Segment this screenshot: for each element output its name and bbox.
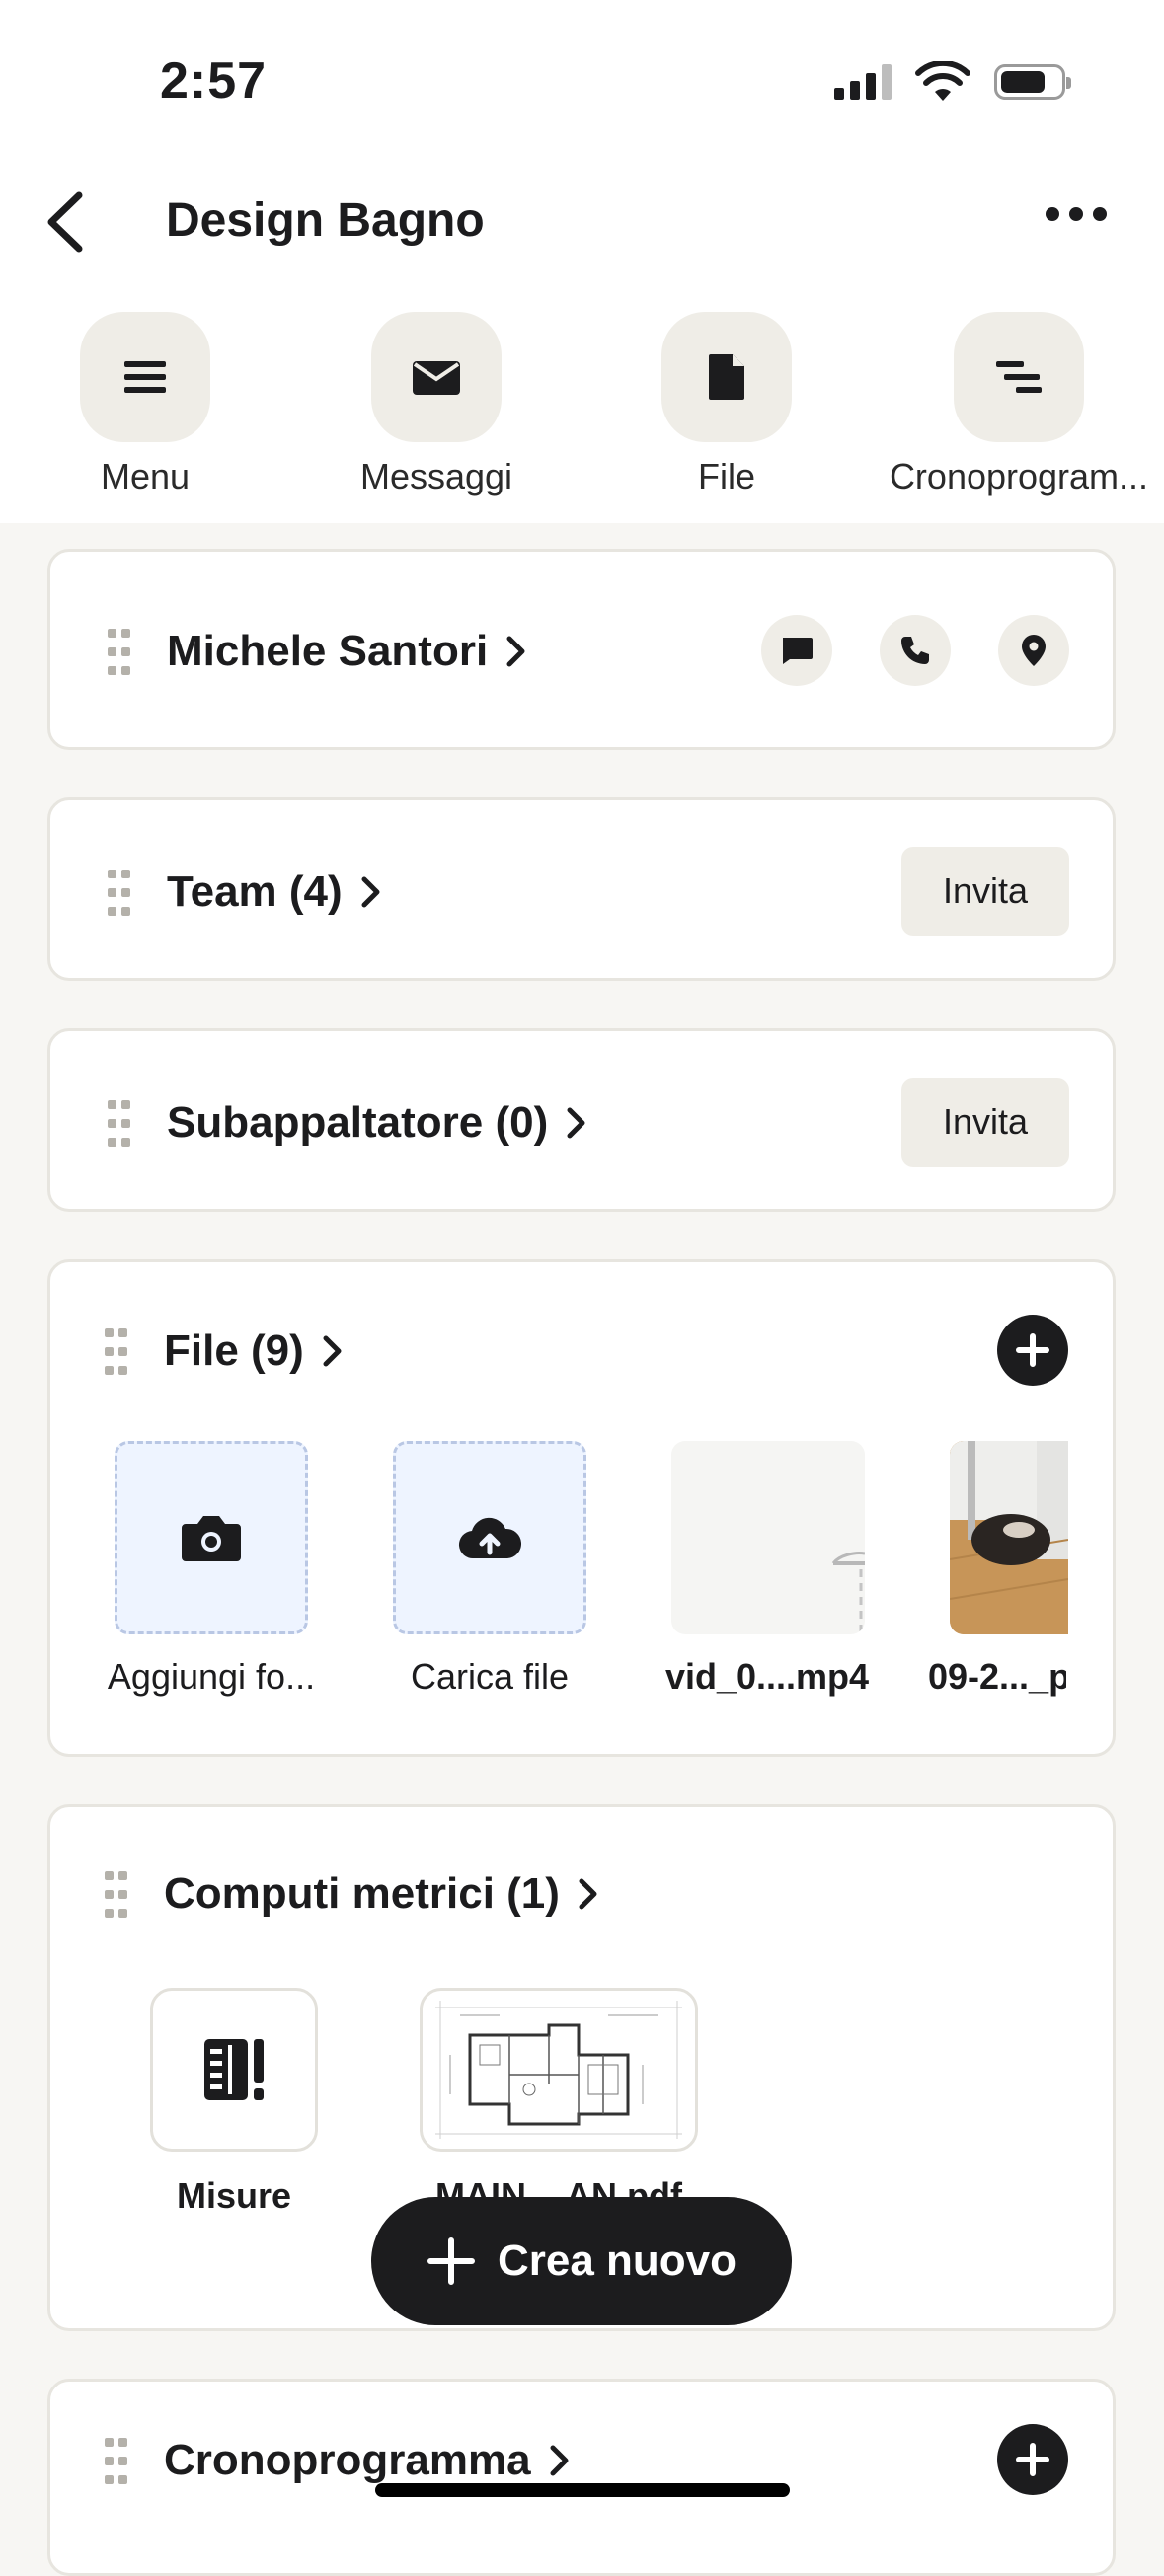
schedule-title[interactable]: Cronoprogramma [164,2436,571,2485]
drag-handle-icon[interactable] [103,1871,132,1919]
drag-handle-icon[interactable] [106,629,135,676]
team-title[interactable]: Team (4) [167,868,382,917]
file-tile-label: 09-2..._p [928,1656,1066,1697]
chevron-right-icon [550,2445,569,2476]
invite-subcontractor-button[interactable]: Invita [901,1078,1069,1167]
menu-icon [124,361,166,393]
client-location-button[interactable] [998,615,1069,686]
files-title[interactable]: File (9) [164,1326,344,1376]
photo-thumbnail [950,1441,1068,1634]
envelope-icon [413,361,460,395]
client-name[interactable]: Michele Santori [167,627,527,676]
subcontractor-card[interactable]: Subappaltatore (0) Invita [47,1028,1116,1212]
back-arrow-icon[interactable] [38,188,97,257]
video-thumbnail [831,1552,865,1634]
quick-action-files[interactable]: File [588,312,865,497]
chevron-right-icon [506,636,525,667]
subcontractor-title[interactable]: Subappaltatore (0) [167,1099,587,1148]
add-photo-tile[interactable] [115,1441,308,1634]
call-client-button[interactable] [880,615,951,686]
chevron-right-icon [567,1107,585,1139]
signal-icon [834,64,892,100]
quick-action-messages[interactable]: Messaggi [298,312,575,497]
file-tile-label: Carica file [410,1656,570,1697]
wifi-icon [915,61,970,101]
drag-handle-icon[interactable] [103,2438,132,2485]
video-file-tile[interactable] [671,1441,865,1634]
top-bar: 2:57 Design Bagno Menu Messaggi File Cro… [0,0,1164,523]
page-title: Design Bagno [166,194,485,247]
location-pin-icon [1022,635,1046,666]
chevron-right-icon [361,876,380,908]
quick-action-menu[interactable]: Menu [7,312,283,497]
client-card[interactable]: Michele Santori [47,549,1116,750]
file-tile-label: vid_0....mp4 [664,1656,870,1697]
battery-icon [994,64,1071,100]
drag-handle-icon[interactable] [106,870,135,917]
quick-action-label: File [697,456,755,496]
file-tile-label: Aggiungi fo... [107,1656,316,1697]
floorplan-thumbnail [430,1996,687,2144]
timeline-icon [996,361,1042,393]
photo-file-tile[interactable] [950,1441,1068,1634]
chevron-right-icon [323,1335,342,1367]
measure-tile[interactable] [150,1988,318,2152]
quick-action-label: Messaggi [359,456,513,496]
quick-action-label: Cronoprogram... [889,456,1149,496]
quick-action-label: Menu [100,456,191,496]
plus-icon [427,2237,475,2285]
home-indicator[interactable] [375,2483,790,2497]
measure-icon [204,2039,264,2100]
message-client-button[interactable] [761,615,832,686]
floorplan-tile[interactable] [420,1988,698,2152]
chevron-right-icon [579,1878,597,1910]
quick-action-schedule[interactable]: Cronoprogram... [881,312,1157,497]
computi-tile-label: Misure [176,2175,292,2216]
more-options-icon[interactable] [1046,207,1107,221]
create-new-button[interactable]: Crea nuovo [371,2197,792,2325]
computi-title[interactable]: Computi metrici (1) [164,1869,599,1919]
camera-icon [182,1516,241,1561]
team-card[interactable]: Team (4) Invita [47,797,1116,981]
drag-handle-icon[interactable] [106,1100,135,1148]
chat-icon [783,638,813,664]
cloud-upload-icon [458,1517,521,1559]
invite-team-button[interactable]: Invita [901,847,1069,936]
plus-icon [1016,1333,1049,1367]
upload-file-tile[interactable] [393,1441,586,1634]
status-icons [834,61,1071,103]
add-schedule-button[interactable] [997,2424,1068,2495]
computi-tile-label: MAIN....AN.pdf [435,2175,682,2199]
drag-handle-icon[interactable] [103,1328,132,1376]
plus-icon [1016,2443,1049,2476]
phone-icon [901,637,929,664]
add-file-button[interactable] [997,1315,1068,1386]
document-icon [709,354,744,400]
create-new-label: Crea nuovo [497,2236,737,2285]
status-time: 2:57 [160,52,268,110]
